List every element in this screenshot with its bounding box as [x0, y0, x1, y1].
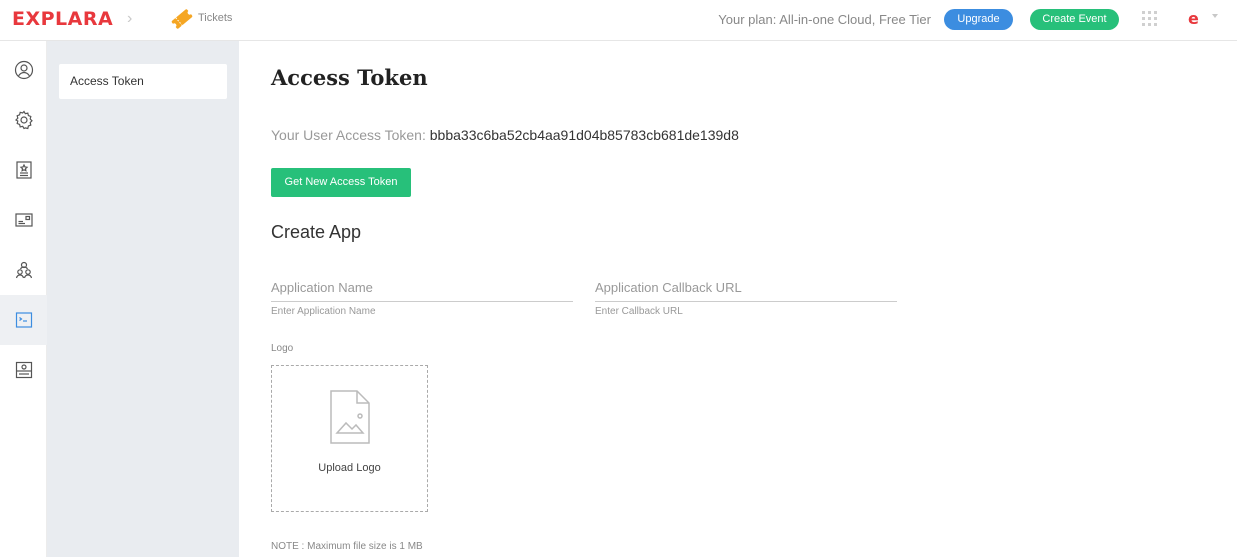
rail-item-team[interactable] [0, 245, 47, 295]
main-content: Access Token Your User Access Token: bbb… [239, 41, 1237, 557]
rail-item-billing[interactable] [0, 195, 47, 245]
image-file-icon [330, 390, 370, 444]
callback-url-field[interactable]: Application Callback URL Enter Callback … [595, 280, 897, 317]
access-token-label: Your User Access Token: [271, 127, 426, 143]
sub-nav: Access Token [47, 41, 239, 557]
logo-label: Logo [271, 343, 294, 354]
application-name-input[interactable]: Application Name [271, 280, 573, 302]
access-token-value[interactable]: bbba33c6ba52cb4aa91d04b85783cb681de139d8 [430, 127, 739, 143]
file-size-note: NOTE : Maximum file size is 1 MB [271, 541, 423, 552]
user-circle-icon [14, 60, 33, 80]
application-name-help: Enter Application Name [271, 306, 376, 317]
top-bar: EXPLARA › Tickets Your plan: All-in-one … [0, 0, 1237, 41]
callback-url-input[interactable]: Application Callback URL [595, 280, 897, 302]
plan-text: Your plan: All-in-one Cloud, Free Tier [718, 12, 931, 27]
card-icon [14, 213, 33, 227]
breadcrumb-tickets[interactable]: Tickets [198, 12, 232, 24]
get-new-access-token-button[interactable]: Get New Access Token [271, 168, 411, 197]
upload-logo-label[interactable]: Upload Logo [272, 462, 427, 474]
apps-grid-icon[interactable] [1142, 11, 1157, 26]
device-icon [15, 361, 32, 379]
upgrade-button[interactable]: Upgrade [944, 9, 1013, 30]
access-token-row: Your User Access Token: bbba33c6ba52cb4a… [271, 127, 739, 143]
callback-url-help: Enter Callback URL [595, 306, 683, 317]
upload-logo-dropzone[interactable]: Upload Logo [271, 365, 428, 512]
gear-icon [14, 110, 33, 130]
rail-item-settings[interactable] [0, 95, 47, 145]
subnav-item-access-token[interactable]: Access Token [59, 64, 227, 99]
users-icon [15, 261, 32, 279]
icon-rail [0, 41, 47, 557]
rail-item-events[interactable] [0, 145, 47, 195]
rail-item-developer[interactable] [0, 295, 47, 345]
rail-item-profile[interactable] [0, 45, 47, 95]
create-app-heading: Create App [271, 222, 362, 242]
chevron-right-icon: › [127, 10, 133, 27]
rail-item-devices[interactable] [0, 345, 47, 395]
create-event-button[interactable]: Create Event [1030, 9, 1119, 30]
badge-star-icon [15, 161, 32, 179]
explara-logo[interactable]: EXPLARA [12, 8, 113, 30]
page-title: Access Token [271, 65, 428, 90]
application-name-field[interactable]: Application Name Enter Application Name [271, 280, 573, 317]
terminal-icon [15, 312, 32, 328]
caret-down-icon[interactable] [1212, 14, 1218, 18]
ticket-icon[interactable] [170, 8, 194, 30]
user-avatar[interactable]: e [1188, 9, 1199, 28]
